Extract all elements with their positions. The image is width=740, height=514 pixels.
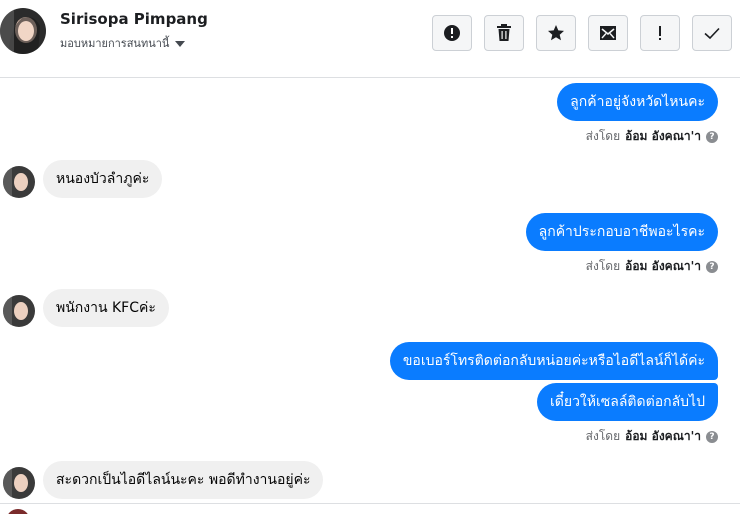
composer-divider bbox=[0, 503, 740, 504]
help-icon[interactable]: ? bbox=[706, 430, 718, 443]
sent-by-prefix: ส่งโดย bbox=[585, 429, 621, 443]
outgoing-message[interactable]: เดี๋ยวให้เซลล์ติดต่อกลับไป bbox=[536, 383, 718, 421]
incoming-message[interactable]: หนองบัวลำภูค่ะ bbox=[43, 160, 163, 198]
contact-avatar[interactable] bbox=[0, 8, 46, 54]
alert-circle-icon bbox=[444, 25, 460, 41]
sender-avatar[interactable] bbox=[3, 166, 35, 198]
incoming-message[interactable]: พนักงาน KFCค่ะ bbox=[43, 289, 169, 327]
sender-avatar[interactable] bbox=[3, 467, 35, 499]
agent-name: อ้อม อังคณา'า bbox=[625, 259, 701, 273]
caret-down-icon bbox=[175, 40, 186, 47]
help-icon[interactable]: ? bbox=[706, 130, 718, 143]
checkmark-icon bbox=[704, 27, 720, 40]
sent-by-label: ส่งโดย อ้อม อังคณา'า ? bbox=[586, 127, 718, 146]
help-icon[interactable]: ? bbox=[706, 260, 718, 273]
conversation-header: Sirisopa Pimpang มอบหมายการสนทนานี้ bbox=[0, 0, 740, 78]
composer-avatar bbox=[6, 509, 30, 514]
sent-by-label: ส่งโดย อ้อม อังคณา'า ? bbox=[586, 427, 718, 446]
outgoing-message[interactable]: ลูกค้าอยู่จังหวัดไหนคะ bbox=[557, 83, 718, 121]
conversation-toolbar bbox=[432, 15, 732, 51]
follow-up-button[interactable] bbox=[640, 15, 680, 51]
mark-unread-button[interactable] bbox=[588, 15, 628, 51]
agent-name: อ้อม อังคณา'า bbox=[625, 429, 701, 443]
incoming-message[interactable]: สะดวกเป็นไอดีไลน์นะคะ พอดีทำงานอยู่ค่ะ bbox=[43, 461, 324, 499]
sent-by-prefix: ส่งโดย bbox=[585, 129, 621, 143]
assign-conversation-dropdown[interactable]: มอบหมายการสนทนานี้ bbox=[60, 34, 186, 52]
mark-unread-icon bbox=[600, 26, 616, 40]
trash-icon bbox=[497, 24, 511, 41]
message-thread[interactable]: ลูกค้าอยู่จังหวัดไหนคะ ส่งโดย อ้อม อังคณ… bbox=[0, 79, 740, 503]
delete-button[interactable] bbox=[484, 15, 524, 51]
sender-avatar[interactable] bbox=[3, 295, 35, 327]
outgoing-message[interactable]: ลูกค้าประกอบอาชีพอะไรคะ bbox=[525, 213, 718, 251]
spam-button[interactable] bbox=[432, 15, 472, 51]
outgoing-message[interactable]: ขอเบอร์โทรติดต่อกลับหน่อยค่ะหรือไอดีไลน์… bbox=[389, 342, 718, 380]
star-button[interactable] bbox=[536, 15, 576, 51]
mark-done-button[interactable] bbox=[692, 15, 732, 51]
agent-name: อ้อม อังคณา'า bbox=[625, 129, 701, 143]
assign-label: มอบหมายการสนทนานี้ bbox=[60, 37, 170, 50]
sent-by-prefix: ส่งโดย bbox=[585, 259, 621, 273]
exclamation-icon bbox=[659, 26, 661, 40]
star-icon bbox=[548, 25, 564, 41]
sent-by-label: ส่งโดย อ้อม อังคณา'า ? bbox=[586, 257, 718, 276]
contact-name[interactable]: Sirisopa Pimpang bbox=[60, 10, 208, 28]
